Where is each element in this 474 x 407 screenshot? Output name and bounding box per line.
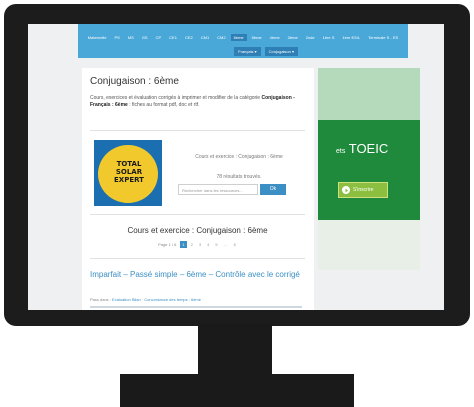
breadcrumb-prefix: Pass dans : bbox=[90, 297, 111, 302]
search-input[interactable]: Rechercher dans les ressources... bbox=[178, 184, 258, 195]
pagination: Page 1 / 6 1 2 3 4 5 … 6 bbox=[82, 241, 314, 248]
solar-ad-banner[interactable]: TOTAL SOLAR EXPERT bbox=[94, 140, 162, 206]
nav-item-ms[interactable]: MS bbox=[125, 34, 137, 41]
ets-logo-small: ets bbox=[336, 148, 346, 155]
description-prefix: Cours, exercices et évaluation corrigés … bbox=[90, 95, 262, 101]
nav-item-cm1[interactable]: CM1 bbox=[198, 34, 212, 41]
ad-photo-top bbox=[318, 68, 420, 120]
nav-item-3eme[interactable]: 3ème bbox=[285, 34, 301, 41]
divider bbox=[90, 214, 305, 215]
divider bbox=[90, 258, 305, 259]
breadcrumb-link-concordance[interactable]: Concordance des temps : 6ème bbox=[144, 297, 201, 302]
toeic-ad-banner[interactable]: ets TOEIC S'inscrire bbox=[318, 68, 420, 270]
solar-ad-logo-text: TOTAL SOLAR EXPERT bbox=[114, 160, 144, 184]
nav-item-terminale[interactable]: Terminale S - ES bbox=[365, 34, 401, 41]
nav-item-ps[interactable]: PS bbox=[111, 34, 122, 41]
results-title: Cours et exercice : Conjugaison : 6ème bbox=[195, 154, 283, 160]
screen: Maternelle PS MS GS CP CE1 CE2 CM1 CM2 6… bbox=[28, 24, 444, 310]
description-suffix: : fiches au format pdf, doc et rtf. bbox=[129, 102, 200, 108]
results-count: 78 résultats trouvés. bbox=[216, 174, 262, 180]
monitor-stand-base bbox=[120, 374, 354, 407]
signup-label: S'inscrire bbox=[353, 187, 374, 193]
nav-item-5eme[interactable]: 5ème bbox=[249, 34, 265, 41]
nav-item-1ere-esl[interactable]: 1ère ES/L bbox=[339, 34, 363, 41]
page-link-3[interactable]: 3 bbox=[197, 241, 203, 248]
page-link-6[interactable]: 6 bbox=[232, 241, 238, 248]
nav-item-4eme[interactable]: 4ème bbox=[267, 34, 283, 41]
monitor-stand-neck bbox=[198, 324, 272, 376]
nav-item-6eme[interactable]: 6ème bbox=[230, 33, 247, 41]
top-navigation: Maternelle PS MS GS CP CE1 CE2 CM1 CM2 6… bbox=[78, 24, 408, 58]
divider bbox=[90, 130, 305, 131]
page-description: Cours, exercices et évaluation corrigés … bbox=[90, 95, 305, 109]
nav-item-ce1[interactable]: CE1 bbox=[166, 34, 180, 41]
nav-item-cm2[interactable]: CM2 bbox=[214, 34, 228, 41]
nav-item-maternelle[interactable]: Maternelle bbox=[85, 34, 110, 41]
nav-item-cp[interactable]: CP bbox=[153, 34, 165, 41]
nav-item-gs[interactable]: GS bbox=[139, 34, 151, 41]
nav-item-1ere-s[interactable]: 1ère S bbox=[320, 34, 338, 41]
page-title: Conjugaison : 6ème bbox=[90, 76, 179, 87]
excerpt-placeholder bbox=[90, 306, 302, 308]
page-link-2[interactable]: 2 bbox=[189, 241, 195, 248]
nav-item-2nde[interactable]: 2nde bbox=[303, 34, 318, 41]
monitor-bezel: Maternelle PS MS GS CP CE1 CE2 CM1 CM2 6… bbox=[4, 4, 470, 326]
level-menu: Maternelle PS MS GS CP CE1 CE2 CM1 CM2 6… bbox=[78, 24, 408, 46]
page-ellipsis: … bbox=[223, 242, 228, 247]
breadcrumb-link-evaluation[interactable]: Evaluation Bilan bbox=[112, 297, 141, 302]
section-title: Cours et exercice : Conjugaison : 6ème bbox=[127, 226, 268, 235]
play-arrow-icon bbox=[342, 186, 350, 194]
search-ok-button[interactable]: Ok bbox=[260, 184, 286, 195]
subject-menu: Français ▾ Conjugaison ▾ bbox=[78, 47, 408, 56]
nav-item-ce2[interactable]: CE2 bbox=[182, 34, 196, 41]
page-link-5[interactable]: 5 bbox=[213, 241, 219, 248]
page-link-4[interactable]: 4 bbox=[205, 241, 211, 248]
conjugaison-dropdown[interactable]: Conjugaison ▾ bbox=[264, 47, 298, 56]
francais-dropdown[interactable]: Français ▾ bbox=[234, 47, 261, 56]
page-link-1[interactable]: 1 bbox=[180, 241, 187, 248]
signup-button[interactable]: S'inscrire bbox=[338, 182, 388, 198]
toeic-wordmark: TOEIC bbox=[348, 141, 389, 156]
article-breadcrumb: Pass dans : Evaluation Bilan · Concordan… bbox=[90, 297, 201, 302]
pagination-label: Page 1 / 6 bbox=[158, 242, 177, 247]
article-title-link[interactable]: Imparfait – Passé simple – 6ème – Contrô… bbox=[90, 270, 302, 280]
main-content: Conjugaison : 6ème Cours, exercices et é… bbox=[82, 68, 314, 310]
ad-photo-bottom bbox=[318, 220, 420, 270]
ets-toeic-logo: ets TOEIC bbox=[336, 141, 388, 156]
